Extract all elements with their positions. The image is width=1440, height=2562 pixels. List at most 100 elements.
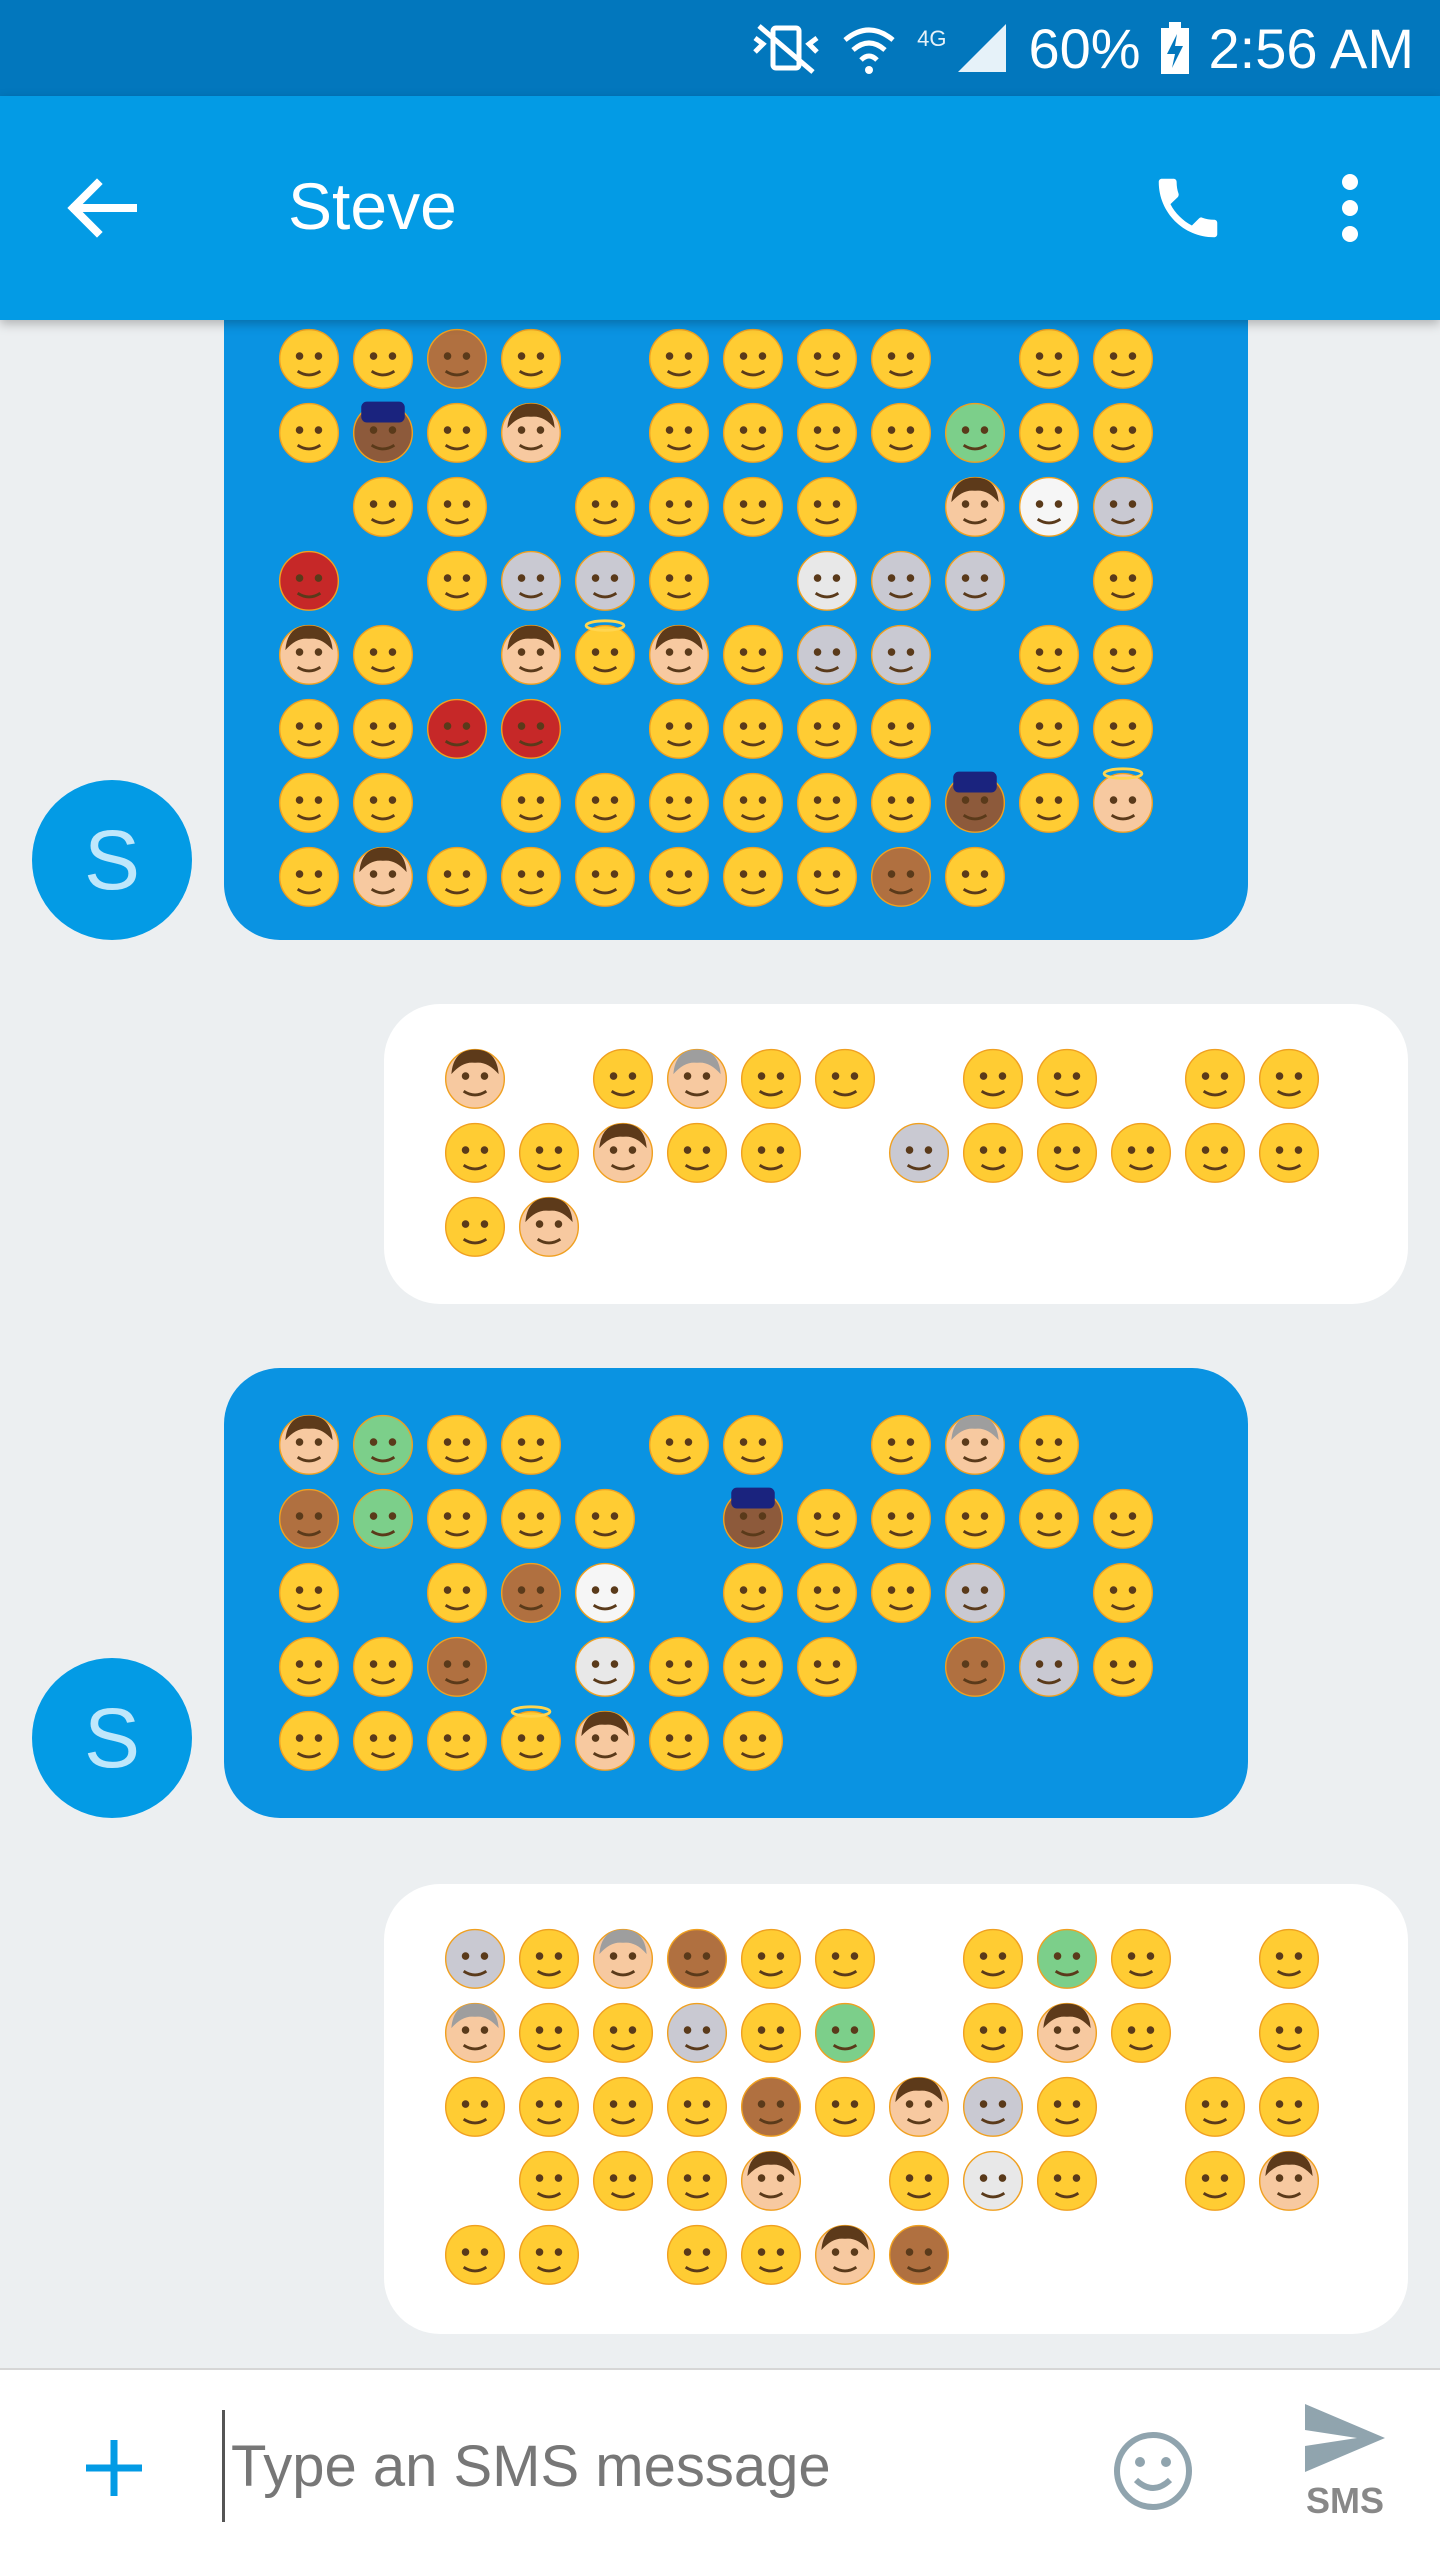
- emoji-icon: [420, 394, 494, 468]
- status-bar: 4G 60% 2:56 AM: [0, 0, 1440, 96]
- emoji-icon: [272, 1702, 346, 1776]
- emoji-icon: [734, 1040, 808, 1114]
- emoji-icon: [1086, 320, 1160, 394]
- emoji-icon: [1030, 1994, 1104, 2068]
- emoji-icon: [642, 764, 716, 838]
- emoji-icon: [808, 1920, 882, 1994]
- emoji-icon: [586, 2142, 660, 2216]
- emoji-icon: [568, 616, 642, 690]
- emoji-icon: [346, 690, 420, 764]
- plus-icon: [86, 2440, 142, 2496]
- emoji-icon: [660, 1994, 734, 2068]
- contact-avatar[interactable]: S: [32, 780, 192, 940]
- emoji-icon: [790, 394, 864, 468]
- more-options-button[interactable]: [1300, 158, 1400, 258]
- emoji-icon: [660, 1114, 734, 1188]
- emoji-icon: [1252, 2142, 1326, 2216]
- send-label: SMS: [1305, 2480, 1384, 2521]
- emoji-icon: [346, 1628, 420, 1702]
- emoji-icon: [1012, 394, 1086, 468]
- message-input[interactable]: [222, 2410, 1053, 2522]
- message-bubble-outgoing[interactable]: [384, 1004, 1408, 1304]
- contact-avatar[interactable]: S: [32, 1658, 192, 1818]
- emoji-icon: [586, 1920, 660, 1994]
- send-icon: [1305, 2404, 1385, 2472]
- emoji-icon: [642, 542, 716, 616]
- emoji-icon: [1178, 1114, 1252, 1188]
- battery-charging-icon: [1159, 20, 1191, 76]
- emoji-icon: [864, 690, 938, 764]
- message-bubble-incoming[interactable]: [224, 320, 1248, 940]
- add-attachment-button[interactable]: [72, 2426, 156, 2510]
- emoji-picker-button[interactable]: [1108, 2426, 1198, 2516]
- emoji-icon: [1252, 1920, 1326, 1994]
- emoji-icon: [642, 690, 716, 764]
- emoji-icon: [1030, 2068, 1104, 2142]
- emoji-icon: [716, 1406, 790, 1480]
- emoji-icon: [938, 468, 1012, 542]
- emoji-icon: [346, 764, 420, 838]
- message-bubble-outgoing[interactable]: [384, 1884, 1408, 2334]
- emoji-icon: [716, 468, 790, 542]
- emoji-icon: [438, 1188, 512, 1262]
- send-button[interactable]: SMS: [1290, 2400, 1400, 2550]
- emoji-icon: [938, 1480, 1012, 1554]
- emoji-icon: [716, 1480, 790, 1554]
- emoji-icon: [272, 764, 346, 838]
- emoji-icon: [272, 1554, 346, 1628]
- network-type-label: 4G: [917, 26, 947, 51]
- emoji-icon: [660, 1920, 734, 1994]
- emoji-icon: [346, 616, 420, 690]
- emoji-icon: [882, 2068, 956, 2142]
- emoji-icon: [568, 1628, 642, 1702]
- emoji-icon: [790, 1480, 864, 1554]
- emoji-icon: [346, 394, 420, 468]
- emoji-icon: [716, 1702, 790, 1776]
- emoji-icon: [882, 1114, 956, 1188]
- back-button[interactable]: [52, 158, 152, 258]
- emoji-icon: [1086, 468, 1160, 542]
- emoji-icon: [568, 468, 642, 542]
- emoji-icon: [938, 1406, 1012, 1480]
- emoji-icon: [1178, 1040, 1252, 1114]
- emoji-icon: [1012, 1480, 1086, 1554]
- emoji-icon: [586, 2068, 660, 2142]
- emoji-icon: [586, 1114, 660, 1188]
- emoji-icon: [864, 838, 938, 912]
- emoji-icon: [420, 1628, 494, 1702]
- message-bubble-incoming[interactable]: [224, 1368, 1248, 1818]
- emoji-icon: [956, 1114, 1030, 1188]
- emoji-icon: [272, 616, 346, 690]
- emoji-icon: [1086, 616, 1160, 690]
- emoji-icon: [938, 838, 1012, 912]
- emoji-icon: [790, 320, 864, 394]
- emoji-icon: [420, 1702, 494, 1776]
- emoji-icon: [438, 1920, 512, 1994]
- call-button[interactable]: [1138, 158, 1238, 258]
- emoji-icon: [660, 2216, 734, 2290]
- emoji-icon: [938, 394, 1012, 468]
- emoji-icon: [346, 1406, 420, 1480]
- emoji-icon: [1178, 2068, 1252, 2142]
- emoji-icon: [420, 542, 494, 616]
- wifi-icon: [839, 20, 899, 76]
- emoji-icon: [660, 2068, 734, 2142]
- arrow-left-icon: [67, 178, 137, 238]
- emoji-icon: [864, 1480, 938, 1554]
- emoji-icon: [1030, 1040, 1104, 1114]
- emoji-icon: [864, 1554, 938, 1628]
- emoji-icon: [864, 616, 938, 690]
- emoji-icon: [512, 2216, 586, 2290]
- vibrate-mute-icon: [751, 20, 821, 76]
- emoji-icon: [512, 2142, 586, 2216]
- emoji-icon: [716, 320, 790, 394]
- emoji-icon: [734, 1920, 808, 1994]
- emoji-icon: [790, 468, 864, 542]
- emoji-icon: [272, 1480, 346, 1554]
- emoji-icon: [734, 2068, 808, 2142]
- emoji-icon: [716, 1628, 790, 1702]
- conversation-list[interactable]: S S: [0, 320, 1440, 2368]
- emoji-icon: [494, 1480, 568, 1554]
- emoji-icon: [568, 542, 642, 616]
- emoji-icon: [438, 1114, 512, 1188]
